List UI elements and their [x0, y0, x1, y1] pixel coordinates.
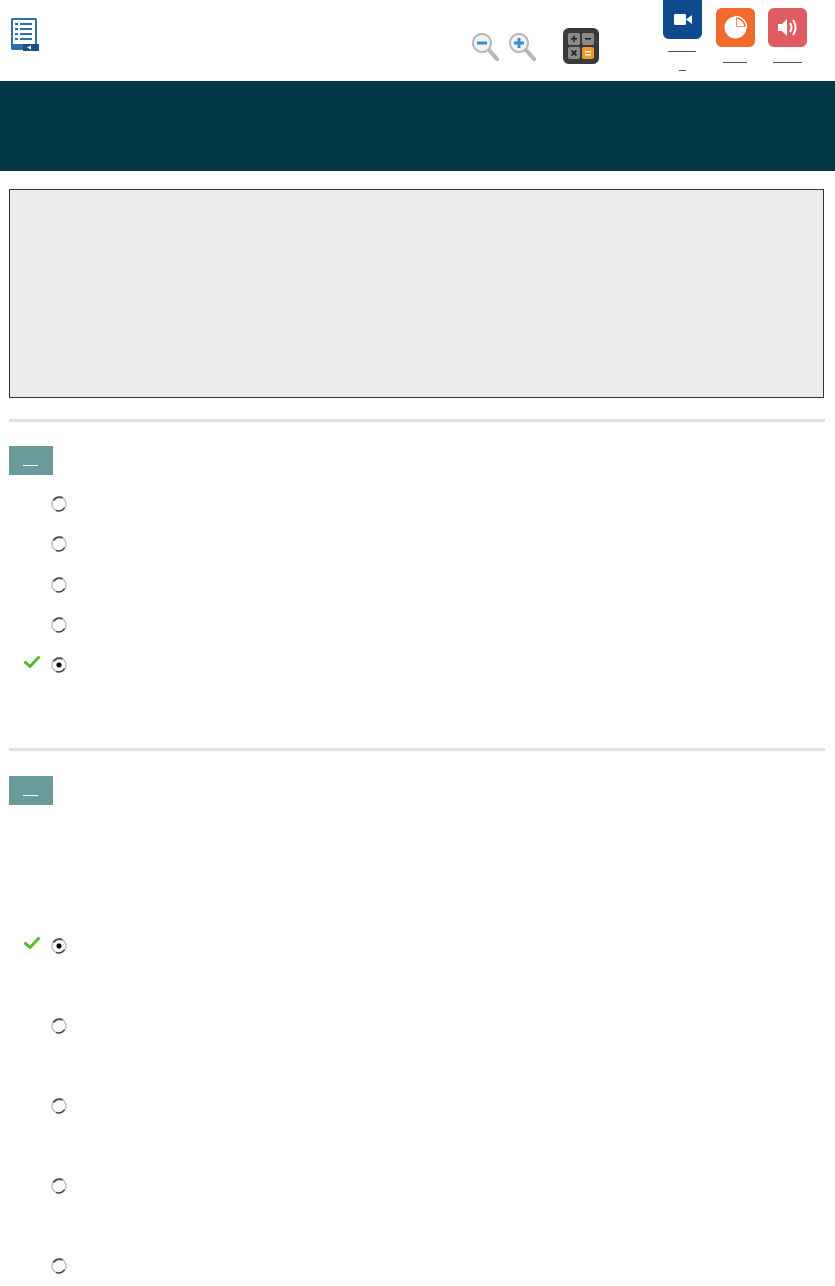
- answer-radio[interactable]: [50, 495, 68, 513]
- section-divider: [9, 419, 825, 422]
- zoom-out-icon[interactable]: [471, 32, 499, 62]
- pie-chart-icon: [724, 15, 748, 39]
- speaker-icon: [778, 19, 797, 36]
- audio-button-underline: [773, 62, 802, 63]
- question-number-badge: [9, 776, 53, 805]
- question-number-badge: [9, 446, 53, 475]
- chart-button[interactable]: [716, 8, 755, 47]
- header-banner: [0, 81, 835, 171]
- correct-check-icon: [24, 936, 40, 950]
- passage-box: [9, 189, 824, 398]
- video-button-underline-2: [679, 70, 686, 71]
- answer-radio[interactable]: [50, 1097, 68, 1115]
- video-button-underline: [668, 51, 696, 52]
- table-of-contents-icon[interactable]: [9, 17, 41, 53]
- answer-radio-selected[interactable]: [50, 937, 68, 955]
- answer-radio-selected[interactable]: [50, 656, 68, 674]
- video-camera-icon: [674, 14, 692, 25]
- video-button[interactable]: [663, 0, 702, 39]
- calculator-icon[interactable]: [563, 28, 599, 64]
- answer-radio[interactable]: [50, 1177, 68, 1195]
- answer-radio[interactable]: [50, 1257, 68, 1275]
- answer-radio[interactable]: [50, 1017, 68, 1035]
- answer-radio[interactable]: [50, 535, 68, 553]
- section-divider: [9, 748, 825, 751]
- chart-button-underline: [723, 62, 747, 63]
- answer-radio[interactable]: [50, 616, 68, 634]
- answer-radio[interactable]: [50, 576, 68, 594]
- correct-check-icon: [24, 655, 40, 669]
- zoom-in-icon[interactable]: [508, 32, 536, 62]
- audio-button[interactable]: [768, 8, 807, 47]
